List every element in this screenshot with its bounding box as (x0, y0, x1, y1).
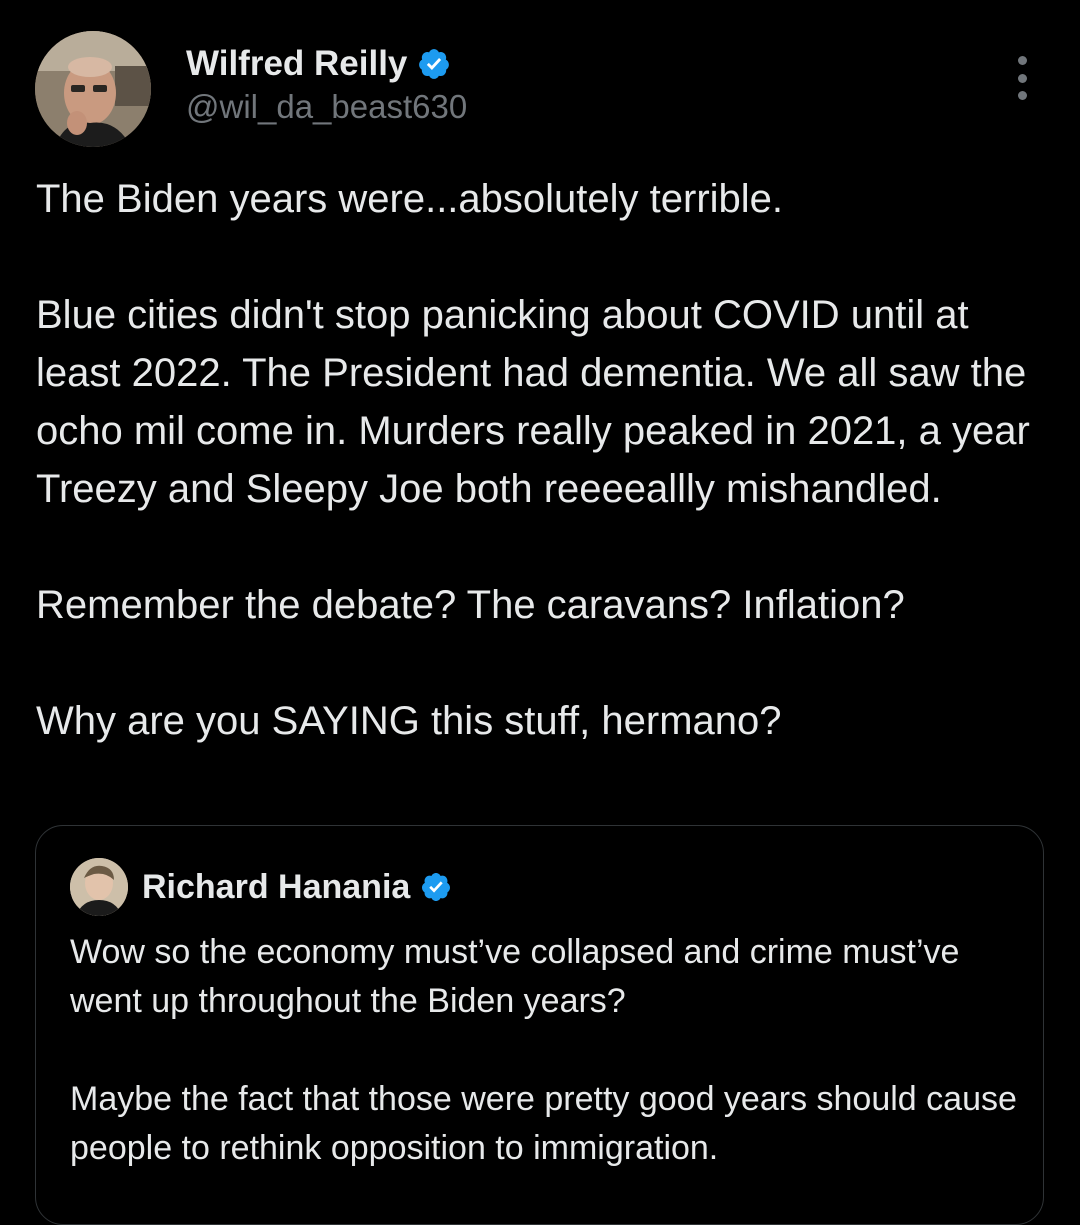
quoted-author-display-name: Richard Hanania (142, 868, 411, 906)
quoted-author-avatar (70, 858, 128, 916)
quoted-tweet-text: Wow so the economy must’ve collapsed and… (70, 928, 1020, 1173)
author-name-row[interactable]: Wilfred Reilly (186, 40, 451, 88)
quoted-tweet-paragraph: Wow so the economy must’ve collapsed and… (70, 933, 960, 1020)
quoted-author-name-row: Richard Hanania (142, 864, 452, 910)
tweet-paragraph: Remember the debate? The caravans? Infla… (36, 583, 905, 627)
author-avatar[interactable] (35, 31, 151, 147)
author-display-name[interactable]: Wilfred Reilly (186, 40, 407, 88)
tweet-paragraph: Blue cities didn't stop panicking about … (36, 293, 1030, 511)
quoted-tweet-paragraph: Maybe the fact that those were pretty go… (70, 1080, 1017, 1167)
quoted-tweet[interactable]: Richard Hanania Wow so the economy must’… (35, 825, 1044, 1225)
tweet-paragraph: The Biden years were...absolutely terrib… (36, 177, 784, 221)
more-dot (1017, 91, 1027, 100)
verified-badge-icon[interactable] (417, 47, 451, 81)
verified-badge-icon (420, 871, 452, 903)
tweet-text: The Biden years were...absolutely terrib… (36, 170, 1056, 750)
tweet-paragraph: Why are you SAYING this stuff, hermano? (36, 699, 782, 743)
tweet: Wilfred Reilly @wil_da_beast630 The Bide… (0, 0, 1080, 1225)
more-options-icon[interactable] (1006, 56, 1038, 100)
author-handle[interactable]: @wil_da_beast630 (186, 84, 467, 130)
more-dot (1017, 56, 1027, 65)
more-dot (1017, 73, 1027, 83)
